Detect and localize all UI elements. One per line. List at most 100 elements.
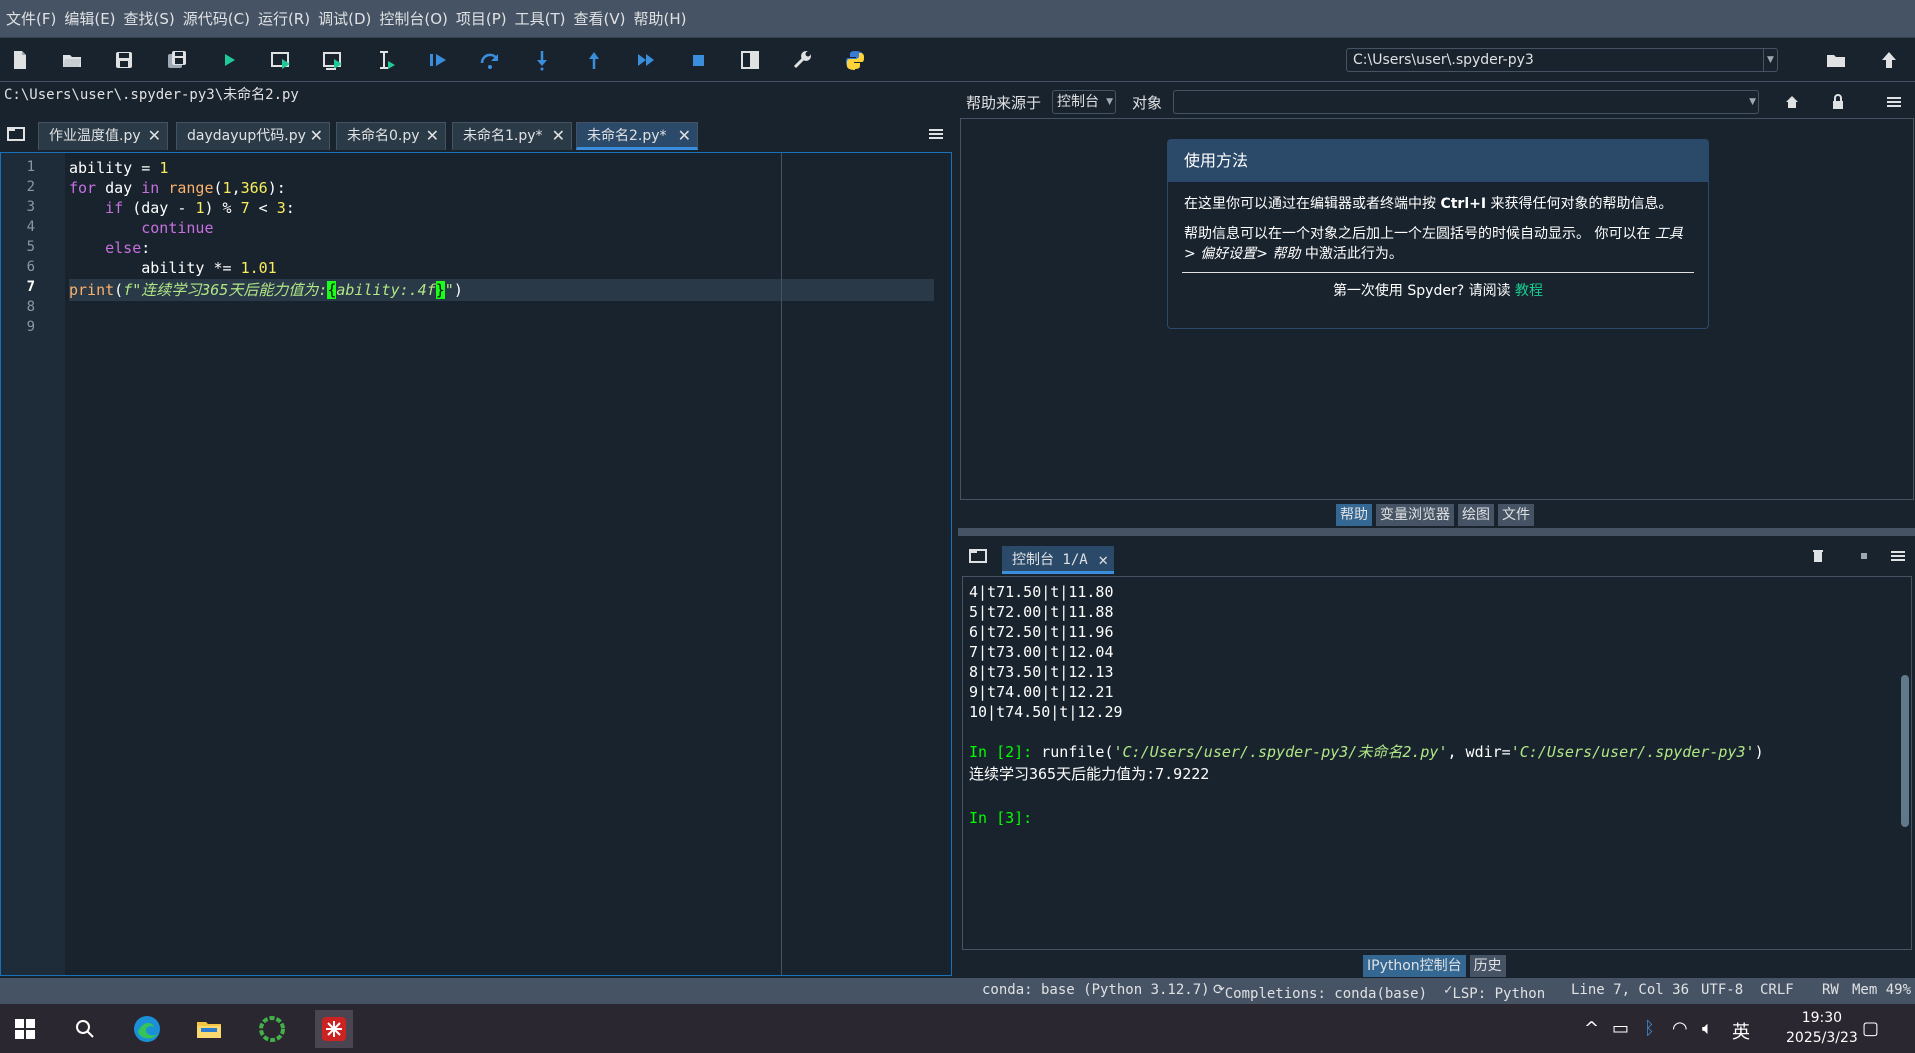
menu-edit[interactable]: 编辑(E)	[60, 0, 119, 38]
file-explorer-icon[interactable]	[190, 1010, 228, 1048]
help-object-label: 对象	[1132, 94, 1163, 112]
step-icon[interactable]	[478, 48, 502, 72]
run-selection-icon[interactable]	[374, 48, 398, 72]
wifi-icon[interactable]: ◠	[1672, 1018, 1688, 1039]
help-options-menu-icon[interactable]	[1882, 90, 1906, 114]
status-encoding: UTF-8	[1701, 982, 1744, 998]
help-pane-tabbar: 帮助 变量浏览器 绘图 文件	[1336, 504, 1534, 526]
menu-file[interactable]: 文件(F)	[2, 0, 60, 38]
menu-projects[interactable]: 项目(P)	[452, 0, 511, 38]
status-env[interactable]: conda: base (Python 3.12.7)	[982, 982, 1210, 998]
parent-directory-icon[interactable]	[1877, 48, 1901, 72]
code-line: ability = 1	[69, 159, 169, 177]
run-cell-icon[interactable]	[269, 48, 293, 72]
code-editor[interactable]: 1 2 3 4 5 6 7 8 9 ability = 1 for day in…	[0, 152, 952, 976]
editor-tab[interactable]: 未命名0.py ✕	[336, 122, 446, 150]
editor-tab-label: 未命名0.py	[347, 128, 420, 144]
tab-ipython-console[interactable]: IPython控制台	[1363, 955, 1466, 977]
spyder-app-icon[interactable]	[315, 1010, 353, 1048]
menu-run[interactable]: 运行(R)	[254, 0, 314, 38]
home-icon[interactable]	[1780, 90, 1804, 114]
console-result-line: 连续学习365天后能力值为:7.9222	[969, 765, 1210, 783]
step-into-icon[interactable]	[530, 48, 554, 72]
editor-tab[interactable]: daydayup代码.py ✕	[176, 122, 330, 150]
console-tab[interactable]: 控制台 1/A ✕	[1002, 546, 1114, 574]
stop-icon[interactable]	[686, 48, 710, 72]
close-icon[interactable]: ✕	[148, 123, 161, 149]
close-icon[interactable]: ✕	[1098, 546, 1108, 574]
chevron-up-icon[interactable]: ^	[1584, 1018, 1599, 1039]
tab-help[interactable]: 帮助	[1336, 504, 1372, 526]
console-prompt-line: In [3]:	[969, 808, 1032, 828]
pane-splitter[interactable]	[958, 528, 1915, 536]
editor-tab[interactable]: 作业温度值.py ✕	[38, 122, 168, 150]
anaconda-icon[interactable]	[253, 1010, 291, 1048]
code-line: for day in range(1,366):	[69, 179, 286, 197]
clock-date: 2025/3/23	[1786, 1030, 1858, 1046]
tutorial-link[interactable]: 教程	[1515, 283, 1543, 299]
usage-paragraph-1: 在这里你可以通过在编辑器或者终端中按 Ctrl+I 来获得任何对象的帮助信息。	[1184, 196, 1673, 212]
preferences-icon[interactable]	[790, 48, 814, 72]
ipython-console[interactable]: 4|t71.50|t|11.80 5|t72.00|t|11.88 6|t72.…	[962, 576, 1912, 950]
console-input-line: In [2]: runfile('C:/Users/user/.spyder-p…	[969, 743, 1764, 761]
editor-tab-active[interactable]: 未命名2.py* ✕	[576, 122, 698, 150]
menu-consoles[interactable]: 控制台(O)	[375, 0, 452, 38]
close-icon[interactable]: ✕	[310, 123, 323, 149]
tab-plots[interactable]: 绘图	[1458, 504, 1494, 526]
system-clock[interactable]: 19:30 2025/3/23	[1786, 1008, 1858, 1048]
editor-tab-label: 未命名2.py*	[587, 128, 667, 144]
menu-search[interactable]: 查找(S)	[120, 0, 179, 38]
run-cell-advance-icon[interactable]	[321, 48, 345, 72]
tab-variable-explorer[interactable]: 变量浏览器	[1376, 504, 1454, 526]
run-icon[interactable]	[217, 48, 241, 72]
bluetooth-icon[interactable]: ᛒ	[1644, 1018, 1655, 1039]
lock-icon[interactable]	[1826, 90, 1850, 114]
save-all-icon[interactable]	[165, 48, 189, 72]
input-method-indicator[interactable]: 英	[1732, 1018, 1750, 1044]
status-completions[interactable]: ⟳ Completions: conda(base)	[1213, 982, 1427, 1002]
working-directory-combo[interactable]: C:\Users\user\.spyder-py3 ▼	[1346, 48, 1778, 72]
editor-options-menu-icon[interactable]	[924, 122, 948, 146]
chevron-down-icon[interactable]: ▼	[1763, 49, 1777, 71]
volume-icon[interactable]: 🔈︎	[1702, 1018, 1713, 1039]
python-path-icon[interactable]	[843, 48, 867, 72]
search-icon[interactable]	[66, 1010, 104, 1048]
menu-source[interactable]: 源代码(C)	[179, 0, 254, 38]
menu-debug[interactable]: 调试(D)	[314, 0, 375, 38]
save-icon[interactable]	[112, 48, 136, 72]
remove-variables-icon[interactable]	[1806, 544, 1830, 568]
line-number: 3	[26, 199, 35, 215]
console-scrollbar[interactable]	[1901, 583, 1909, 943]
open-file-icon[interactable]	[60, 48, 84, 72]
help-source-value: 控制台	[1057, 94, 1099, 110]
close-icon[interactable]: ✕	[678, 123, 691, 149]
browse-folder-icon[interactable]	[1824, 48, 1848, 72]
help-source-combo[interactable]: 控制台 ▼	[1052, 90, 1116, 114]
console-options-menu-icon[interactable]	[1886, 544, 1910, 568]
battery-icon[interactable]: ▭	[1612, 1018, 1629, 1039]
maximize-pane-icon[interactable]	[738, 48, 762, 72]
menu-tools[interactable]: 工具(T)	[511, 0, 570, 38]
browse-tabs-icon[interactable]	[4, 122, 28, 146]
menu-help[interactable]: 帮助(H)	[629, 0, 690, 38]
close-icon[interactable]: ✕	[552, 123, 565, 149]
line-number: 8	[26, 299, 35, 315]
tab-files[interactable]: 文件	[1498, 504, 1534, 526]
new-file-icon[interactable]	[8, 48, 32, 72]
scrollbar-thumb[interactable]	[1901, 675, 1909, 827]
edge-browser-icon[interactable]	[128, 1010, 166, 1048]
code-line-current: print(f"连续学习365天后能力值为:{ability:.4f}")	[69, 281, 463, 299]
tab-history[interactable]: 历史	[1469, 955, 1506, 977]
continue-icon[interactable]	[634, 48, 658, 72]
help-object-combo[interactable]: ▼	[1173, 90, 1759, 114]
interrupt-kernel-icon[interactable]	[1852, 544, 1876, 568]
editor-tab[interactable]: 未命名1.py* ✕	[452, 122, 572, 150]
close-icon[interactable]: ✕	[426, 123, 439, 149]
debug-icon[interactable]	[426, 48, 450, 72]
windows-start-icon[interactable]	[6, 1010, 44, 1048]
menu-view[interactable]: 查看(V)	[570, 0, 630, 38]
step-return-icon[interactable]	[582, 48, 606, 72]
status-lsp[interactable]: ✓ LSP: Python	[1444, 982, 1545, 1002]
browse-tabs-icon[interactable]	[966, 544, 990, 568]
notification-center-icon[interactable]: ▢	[1862, 1018, 1879, 1039]
